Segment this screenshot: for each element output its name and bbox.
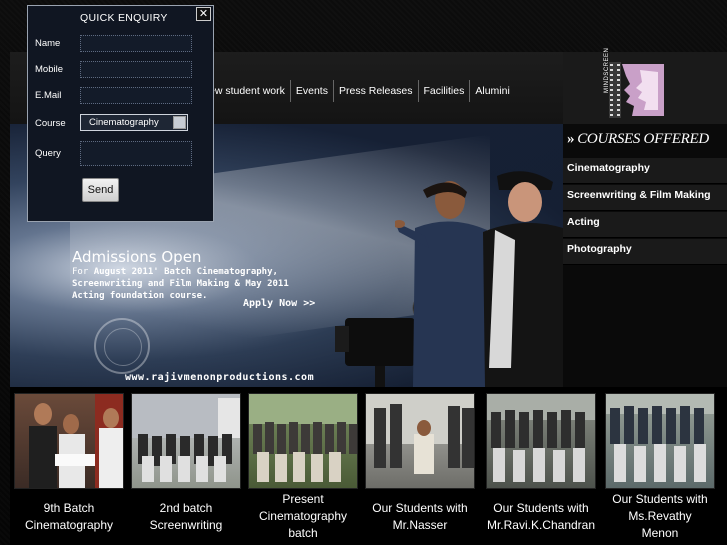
nav-alumini[interactable]: Alumini <box>470 80 514 102</box>
thumb-caption-ravi-k-chandran[interactable]: Our Students with Mr.Ravi.K.Chandran <box>483 500 599 534</box>
caption-line-2: Mr.Nasser <box>392 518 448 532</box>
instructor-photo-right <box>483 171 563 387</box>
thumb-caption-present-batch[interactable]: Present Cinematography batch <box>245 491 361 542</box>
nav-new-student-work[interactable]: ew student work <box>204 80 291 102</box>
logo-wordmark: MINDSCREEN <box>604 47 610 93</box>
course-photography[interactable]: Photography <box>563 239 727 265</box>
nav-events[interactable]: Events <box>291 80 334 102</box>
caption-line-3: Menon <box>641 526 679 540</box>
caption-line-2: Cinematography <box>24 518 114 532</box>
email-label: E.Mail <box>35 90 62 101</box>
name-input[interactable] <box>80 35 192 52</box>
photo-group-image <box>249 394 357 482</box>
thumb-2nd-batch[interactable] <box>131 393 241 489</box>
course-acting[interactable]: Acting <box>563 212 727 238</box>
photo-group-image <box>487 394 595 482</box>
admissions-line-2: Screenwriting and Film Making & May 2011 <box>72 279 289 289</box>
caption-line-1: Our Students with <box>612 492 708 506</box>
thumb-caption-revathy-menon[interactable]: Our Students with Ms.Revathy Menon <box>602 491 718 542</box>
enquiry-title: QUICK ENQUIRY <box>80 12 168 24</box>
caption-line-1: Present <box>282 492 324 506</box>
course-cinematography[interactable]: Cinematography <box>563 158 727 184</box>
website-url: www.rajivmenonproductions.com <box>125 372 315 383</box>
courses-header: » COURSES OFFERED <box>567 131 709 148</box>
caption-line-2: Mr.Ravi.K.Chandran <box>486 518 596 532</box>
caption-line-2: Screenwriting <box>149 518 223 532</box>
double-chevron-icon: » <box>567 131 575 147</box>
face-profile-logo-icon <box>622 64 664 116</box>
caption-line-1: Our Students with <box>493 501 589 515</box>
caption-line-3: batch <box>288 526 318 540</box>
thumb-caption-nasser[interactable]: Our Students with Mr.Nasser <box>362 500 478 534</box>
photo-group-image <box>132 394 240 482</box>
mobile-input[interactable] <box>80 61 192 78</box>
send-button[interactable]: Send <box>82 178 119 202</box>
email-input[interactable] <box>80 87 192 104</box>
mobile-label: Mobile <box>35 64 63 75</box>
nav-facilities[interactable]: Facilities <box>419 80 471 102</box>
thumb-caption-2nd-batch[interactable]: 2nd batch Screenwriting <box>128 500 244 534</box>
caption-line-2: Ms.Revathy <box>628 509 692 523</box>
close-icon[interactable]: ✕ <box>196 7 211 21</box>
photo-group-image <box>606 394 714 482</box>
admissions-line-1: August 2011' Batch Cinematography, <box>93 267 278 277</box>
course-select[interactable]: Cinematography <box>80 114 188 131</box>
name-label: Name <box>35 38 61 49</box>
courses-header-label: COURSES OFFERED <box>577 131 709 147</box>
admissions-details: For August 2011' Batch Cinematography, S… <box>72 266 312 302</box>
query-label: Query <box>35 148 61 159</box>
course-label: Course <box>35 118 66 129</box>
thumb-nasser[interactable] <box>365 393 475 489</box>
admissions-line-3: Acting foundation course. <box>72 291 208 301</box>
caption-line-1: 9th Batch <box>43 501 95 515</box>
thumb-9th-batch[interactable] <box>14 393 124 489</box>
caption-line-2: Cinematography <box>258 509 348 523</box>
caption-line-1: 2nd batch <box>159 501 213 515</box>
apply-now-link[interactable]: Apply Now >> <box>243 298 315 309</box>
photo-group-image <box>29 394 123 488</box>
nav-press-releases[interactable]: Press Releases <box>334 80 419 102</box>
watermark-seal <box>94 318 150 374</box>
course-screenwriting[interactable]: Screenwriting & Film Making <box>563 185 727 211</box>
thumb-revathy-menon[interactable] <box>605 393 715 489</box>
caption-line-1: Our Students with <box>372 501 468 515</box>
main-nav: ew student work Events Press Releases Fa… <box>204 80 515 102</box>
query-textarea[interactable] <box>80 141 192 166</box>
admissions-for: For <box>72 267 94 277</box>
dropdown-arrow-icon[interactable] <box>173 116 186 129</box>
admissions-title: Admissions Open <box>72 248 202 266</box>
thumb-ravi-k-chandran[interactable] <box>486 393 596 489</box>
photo-group-image <box>366 394 474 474</box>
thumb-present-batch[interactable] <box>248 393 358 489</box>
thumb-caption-9th-batch[interactable]: 9th Batch Cinematography <box>11 500 127 534</box>
